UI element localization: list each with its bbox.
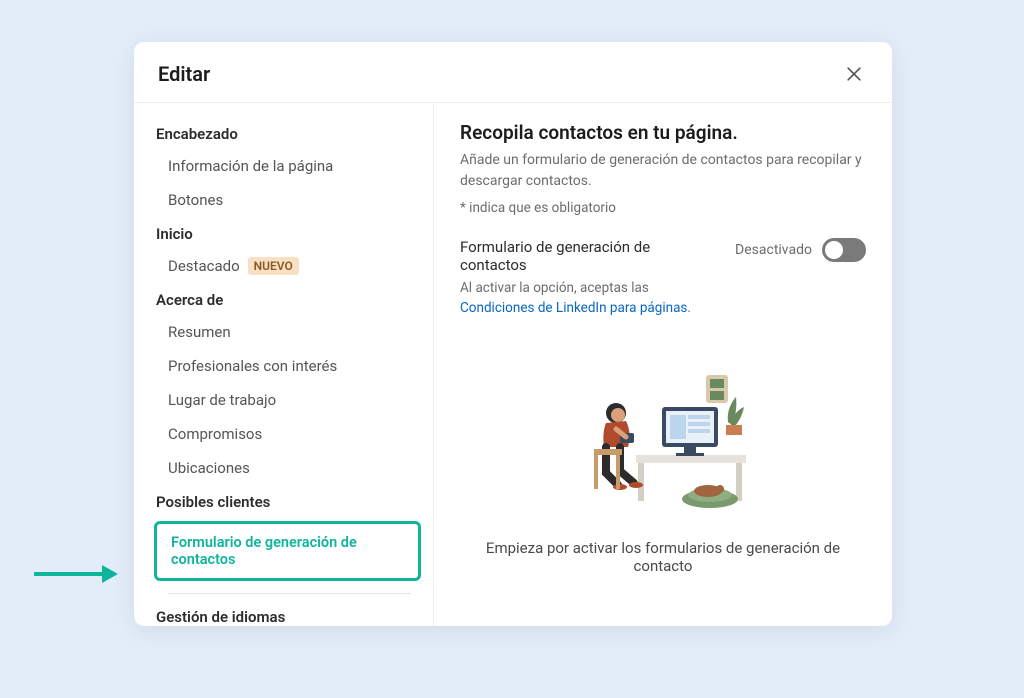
sidebar: Encabezado Información de la página Boto… (134, 103, 434, 626)
dialog-body: Encabezado Información de la página Boto… (134, 102, 892, 626)
arrow-head-icon (102, 565, 118, 583)
toggle-text: Formulario de generación de contactos Al… (460, 238, 719, 319)
sidebar-item-botones[interactable]: Botones (152, 183, 423, 217)
toggle-title: Formulario de generación de contactos (460, 238, 719, 274)
sidebar-item-info-pagina[interactable]: Información de la página (152, 149, 423, 183)
sidebar-divider (168, 593, 411, 594)
sidebar-item-label: Información de la página (168, 157, 333, 175)
edit-dialog: Editar Encabezado Información de la pági… (134, 42, 892, 626)
section-header-clientes: Posibles clientes (152, 485, 423, 517)
toggle-desc-suffix: . (687, 300, 691, 316)
sidebar-item-resumen[interactable]: Resumen (152, 315, 423, 349)
sidebar-item-label: Destacado (168, 257, 240, 275)
sidebar-item-profesionales[interactable]: Profesionales con interés (152, 349, 423, 383)
illustration-zone: Empieza por activar los formularios de g… (460, 367, 866, 575)
sidebar-item-ubicaciones[interactable]: Ubicaciones (152, 451, 423, 485)
sidebar-item-gestion-idiomas[interactable]: Gestión de idiomas (152, 600, 423, 626)
dialog-header: Editar (134, 42, 892, 102)
main-panel: Recopila contactos en tu página. Añade u… (434, 103, 892, 626)
sidebar-item-label: Lugar de trabajo (168, 391, 276, 409)
toggle-desc-prefix: Al activar la opción, aceptas las (460, 280, 649, 296)
sidebar-item-formulario-contactos[interactable]: Formulario de generación de contactos (159, 530, 416, 572)
sidebar-item-lugar-trabajo[interactable]: Lugar de trabajo (152, 383, 423, 417)
sidebar-item-highlight: Formulario de generación de contactos (154, 521, 421, 581)
sidebar-item-label: Resumen (168, 323, 231, 341)
toggle-row: Formulario de generación de contactos Al… (460, 238, 866, 319)
required-note: * indica que es obligatorio (460, 200, 866, 216)
empty-state-caption: Empieza por activar los formularios de g… (460, 539, 866, 575)
close-icon (844, 64, 864, 84)
empty-state-illustration (558, 367, 768, 517)
close-button[interactable] (840, 60, 868, 88)
section-header-inicio: Inicio (152, 217, 423, 249)
main-title: Recopila contactos en tu página. (460, 121, 866, 144)
sidebar-item-compromisos[interactable]: Compromisos (152, 417, 423, 451)
toggle-knob (825, 241, 843, 259)
sidebar-item-label: Profesionales con interés (168, 357, 337, 375)
annotation-arrow (34, 565, 118, 583)
new-badge: NUEVO (248, 257, 299, 275)
toggle-state-label: Desactivado (735, 242, 812, 258)
sidebar-item-label: Ubicaciones (168, 459, 250, 477)
toggle-switch[interactable] (822, 238, 866, 262)
toggle-description: Al activar la opción, aceptas las Condic… (460, 278, 719, 319)
toggle-control: Desactivado (735, 238, 866, 262)
dialog-title: Editar (158, 62, 210, 86)
terms-link[interactable]: Condiciones de LinkedIn para páginas (460, 300, 687, 316)
section-header-encabezado: Encabezado (152, 117, 423, 149)
sidebar-item-label: Botones (168, 191, 223, 209)
sidebar-item-label: Formulario de generación de contactos (171, 534, 412, 568)
sidebar-item-destacado[interactable]: Destacado NUEVO (152, 249, 423, 283)
arrow-line-icon (34, 572, 102, 576)
section-header-acerca: Acerca de (152, 283, 423, 315)
main-subtitle: Añade un formulario de generación de con… (460, 150, 866, 192)
sidebar-item-label: Compromisos (168, 425, 262, 443)
